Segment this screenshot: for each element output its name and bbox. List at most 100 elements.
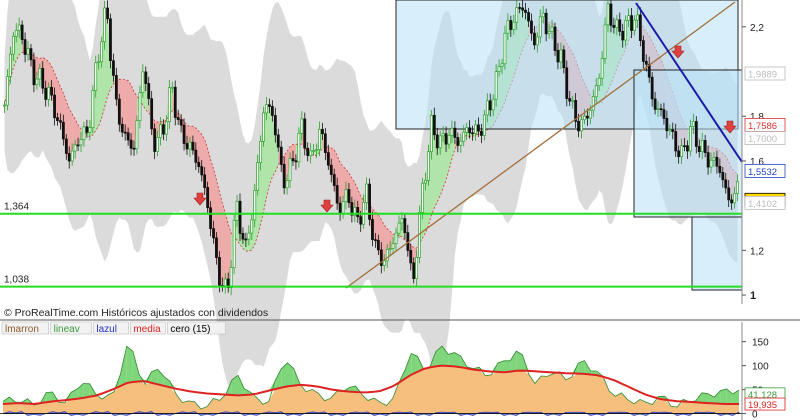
ma-fill-segment xyxy=(57,80,61,123)
candle-body xyxy=(300,118,304,134)
green-area-segment xyxy=(83,383,90,398)
candle-body xyxy=(91,90,95,128)
candle-body xyxy=(238,200,242,234)
ma-fill-segment xyxy=(225,212,229,288)
candle-body xyxy=(106,7,109,20)
candle-body xyxy=(718,165,722,173)
candle-body xyxy=(197,161,201,167)
candle-body xyxy=(715,156,719,167)
stock-chart: 1,3641,038 2,21,81,61,211,98891,75861,70… xyxy=(0,0,800,420)
candle-body xyxy=(50,86,53,96)
candle-body xyxy=(206,187,210,209)
price-axis-tick-label: 1,2 xyxy=(750,246,764,257)
candle-body xyxy=(541,12,545,18)
candle-body xyxy=(403,218,407,233)
candle-body xyxy=(665,117,669,132)
indicator-value-label: 19,935 xyxy=(748,400,777,411)
candle-body xyxy=(250,219,254,234)
candle-body xyxy=(194,149,198,163)
candle-body xyxy=(668,129,672,132)
candle-body xyxy=(638,14,642,41)
candle-body xyxy=(671,129,675,132)
candle-body xyxy=(282,163,286,189)
candle-body xyxy=(303,118,307,149)
candle-body xyxy=(659,108,663,111)
candle-body xyxy=(32,59,36,86)
candle-body xyxy=(185,143,189,150)
candle-body xyxy=(61,121,65,140)
candle-body xyxy=(259,141,263,163)
candle-body xyxy=(6,76,9,106)
candle-body xyxy=(703,140,707,153)
ma-fill-segment xyxy=(387,228,391,250)
price-label: 1,7000 xyxy=(748,134,777,145)
candle-body xyxy=(724,179,728,189)
candle-body xyxy=(26,48,30,55)
legend-label: media xyxy=(133,324,161,335)
candle-body xyxy=(279,146,283,165)
candle-body xyxy=(247,232,251,240)
candle-body xyxy=(686,145,689,152)
candle-body xyxy=(733,193,737,204)
candle-body xyxy=(94,62,98,91)
candle-body xyxy=(391,243,395,249)
candle-body xyxy=(618,19,622,32)
candle-body xyxy=(215,237,218,258)
candle-body xyxy=(209,207,212,229)
candle-body xyxy=(415,257,419,280)
candle-body xyxy=(170,86,174,89)
price-label: 1,9889 xyxy=(748,70,777,81)
candle-body xyxy=(432,114,436,136)
candle-body xyxy=(341,201,345,214)
candle-body xyxy=(126,132,130,141)
ma-fill-segment xyxy=(125,79,129,141)
candle-body xyxy=(424,179,427,184)
candle-body xyxy=(394,232,398,245)
candle-body xyxy=(491,98,495,111)
candle-body xyxy=(356,207,360,218)
candle-body xyxy=(344,189,348,203)
green-area-segment xyxy=(126,346,133,384)
candle-body xyxy=(153,128,157,152)
candle-body xyxy=(559,49,563,63)
candle-body xyxy=(321,128,324,135)
candle-body xyxy=(700,140,704,152)
candle-body xyxy=(382,260,386,266)
candle-body xyxy=(412,262,416,279)
legend-label: lineav xyxy=(54,324,80,335)
candle-body xyxy=(706,152,710,168)
candle-body xyxy=(409,250,413,264)
candle-body xyxy=(315,149,318,151)
candle-body xyxy=(173,86,177,118)
candle-body xyxy=(465,127,469,133)
candle-body xyxy=(597,77,601,87)
candle-body xyxy=(23,39,27,55)
candle-body xyxy=(11,36,15,55)
candle-body xyxy=(59,120,62,123)
candle-body xyxy=(477,124,480,132)
candle-body xyxy=(447,134,451,145)
candle-body xyxy=(697,146,701,152)
candle-body xyxy=(600,58,604,79)
candle-body xyxy=(538,16,542,38)
candle-body xyxy=(144,71,148,84)
candle-body xyxy=(568,98,572,102)
support-line-label: 1,364 xyxy=(4,202,29,213)
candle-body xyxy=(400,218,404,224)
candle-body xyxy=(485,100,489,116)
candle-body xyxy=(633,19,636,31)
green-area-segment xyxy=(720,388,727,404)
candle-body xyxy=(674,131,678,152)
ma-fill-segment xyxy=(131,85,134,149)
indicator-axis-tick-label: 100 xyxy=(752,362,769,373)
candle-body xyxy=(644,60,648,65)
candle-body xyxy=(309,150,313,157)
candle-body xyxy=(29,48,33,61)
highlight-box-right xyxy=(633,69,743,218)
candle-body xyxy=(588,109,592,119)
candle-body xyxy=(117,98,121,125)
candle-body xyxy=(167,87,171,123)
candle-body xyxy=(680,145,684,158)
candle-body xyxy=(709,159,713,168)
candle-body xyxy=(312,150,316,152)
